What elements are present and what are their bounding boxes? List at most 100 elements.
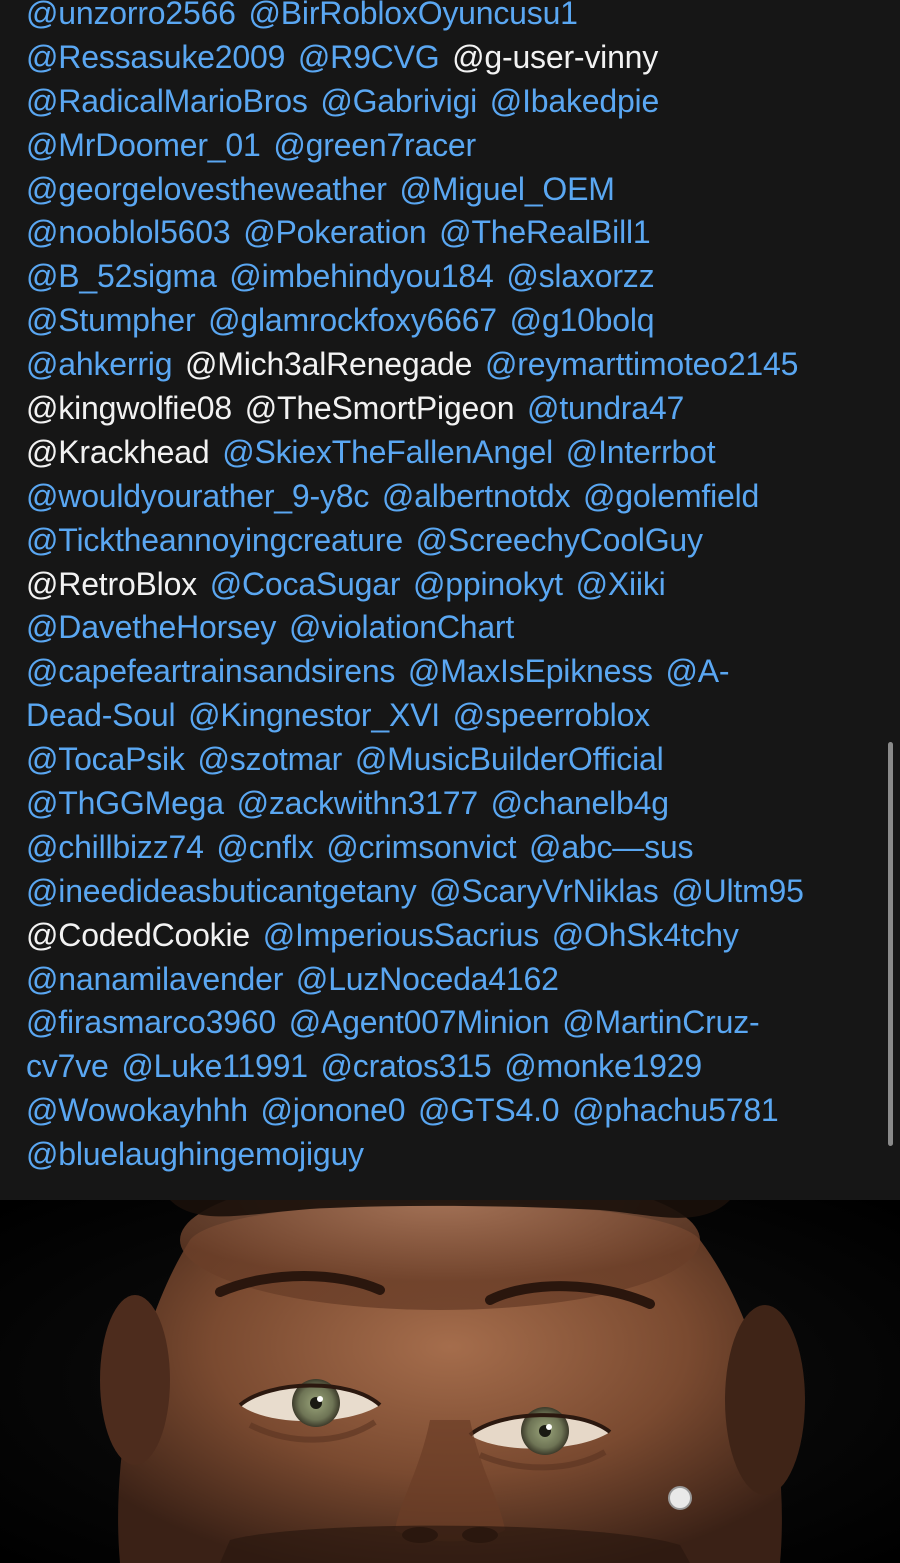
mention-link[interactable]: cv7ve <box>26 1048 109 1084</box>
mention-link[interactable]: @nanamilavender <box>26 961 283 997</box>
mention-text-plain: @RetroBlox <box>26 565 197 602</box>
mention-text-plain: @Mich3alRenegade <box>185 346 473 383</box>
mention-link[interactable]: @capefeartrainsandsirens <box>26 653 395 689</box>
text-line: @RetroBlox @CocaSugar @ppinokyt @Xiiki <box>26 563 888 607</box>
mention-link[interactable]: @chillbizz74 <box>26 829 204 865</box>
mention-link[interactable]: @Kingnestor_XVI <box>188 697 440 733</box>
mention-text-plain: @CodedCookie <box>26 916 250 953</box>
text-line: @CodedCookie @ImperiousSacrius @OhSk4tch… <box>26 914 888 958</box>
mention-link[interactable]: @R9CVG <box>298 39 440 75</box>
mention-link[interactable]: @g10bolq <box>510 302 655 338</box>
mention-link[interactable]: @DavetheHorsey <box>26 609 276 645</box>
scrollbar[interactable] <box>888 742 893 1146</box>
mention-link[interactable]: @green7racer <box>273 127 476 163</box>
reaction-photo <box>0 1200 900 1563</box>
text-line: @unzorro2566 @BirRobloxOyuncusu1 <box>26 0 888 36</box>
mention-link[interactable]: @cratos315 <box>321 1048 492 1084</box>
mention-link[interactable]: @A- <box>666 653 730 689</box>
mention-link[interactable]: @Ressasuke2009 <box>26 39 285 75</box>
mention-link[interactable]: @unzorro2566 <box>26 0 236 31</box>
mention-link[interactable]: @ScaryVrNiklas <box>429 873 659 909</box>
text-line: @DavetheHorsey @violationChart <box>26 606 888 650</box>
mention-link[interactable]: @B_52sigma <box>26 258 217 294</box>
text-line: @Krackhead @SkiexTheFallenAngel @Interrb… <box>26 431 888 475</box>
text-line: @chillbizz74 @cnflx @crimsonvict @abc—su… <box>26 826 888 870</box>
mention-link[interactable]: @OhSk4tchy <box>552 917 739 953</box>
mention-link[interactable]: @Xiiki <box>576 566 666 602</box>
mention-link[interactable]: @Stumpher <box>26 302 196 338</box>
mention-text-plain: @Krackhead <box>26 433 210 470</box>
mention-link[interactable]: @TheRealBill1 <box>439 214 651 250</box>
mention-link[interactable]: @wouldyourather_9-y8c <box>26 478 369 514</box>
text-line: @wouldyourather_9-y8c @albertnotdx @gole… <box>26 475 888 519</box>
mention-link[interactable]: @speerroblox <box>453 697 650 733</box>
text-line: @TocaPsik @szotmar @MusicBuilderOfficial <box>26 738 888 782</box>
mention-link[interactable]: @Wowokayhhh <box>26 1092 248 1128</box>
mention-link[interactable]: @BirRobloxOyuncusu1 <box>248 0 577 31</box>
mention-link[interactable]: @Luke11991 <box>121 1048 308 1084</box>
mention-link[interactable]: @Ticktheannoyingcreature <box>26 522 403 558</box>
mention-link[interactable]: @GTS4.0 <box>418 1092 560 1128</box>
mention-link[interactable]: @bluelaughingemojiguy <box>26 1136 364 1172</box>
mention-link[interactable]: @ScreechyCoolGuy <box>416 522 703 558</box>
text-line: @MrDoomer_01 @green7racer <box>26 124 888 168</box>
text-line: @Stumpher @glamrockfoxy6667 @g10bolq <box>26 299 888 343</box>
mention-link[interactable]: @CocaSugar <box>210 566 401 602</box>
mention-link[interactable]: @golemfield <box>583 478 759 514</box>
comment-text-panel: @unzorro2566 @BirRobloxOyuncusu1 @Ressasu… <box>0 0 900 1200</box>
text-line: @ThGGMega @zackwithn3177 @chanelb4g <box>26 782 888 826</box>
mention-link[interactable]: @TocaPsik <box>26 741 185 777</box>
text-line: @ineedideasbuticantgetany @ScaryVrNiklas… <box>26 870 888 914</box>
mention-link[interactable]: @Gabrivigi <box>320 83 477 119</box>
mention-link[interactable]: @Pokeration <box>243 214 426 250</box>
mention-link[interactable]: @abc—sus <box>529 829 693 865</box>
mention-link[interactable]: @ppinokyt <box>413 566 563 602</box>
mention-text-plain: @g-user-vinny <box>452 38 659 75</box>
face-closeup-image <box>0 1200 900 1563</box>
mention-link[interactable]: @phachu5781 <box>572 1092 779 1128</box>
mention-link[interactable]: @SkiexTheFallenAngel <box>222 434 553 470</box>
mention-link[interactable]: @firasmarco3960 <box>26 1004 276 1040</box>
mention-link[interactable]: @ineedideasbuticantgetany <box>26 873 417 909</box>
text-line: @Ressasuke2009 @R9CVG @g-user-vinny <box>26 36 888 80</box>
mention-link[interactable]: @chanelb4g <box>491 785 669 821</box>
mention-link[interactable]: Dead-Soul <box>26 697 176 733</box>
mention-link[interactable]: @glamrockfoxy6667 <box>208 302 497 338</box>
text-line: @B_52sigma @imbehindyou184 @slaxorzz <box>26 255 888 299</box>
mention-link[interactable]: @cnflx <box>216 829 313 865</box>
mention-link[interactable]: @MartinCruz- <box>562 1004 759 1040</box>
mention-link[interactable]: @Interrbot <box>566 434 716 470</box>
text-line: @ahkerrig @Mich3alRenegade @reymarttimot… <box>26 343 888 387</box>
mention-list: @unzorro2566 @BirRobloxOyuncusu1 @Ressasu… <box>26 0 888 1177</box>
mention-link[interactable]: @LuzNoceda4162 <box>296 961 559 997</box>
mention-link[interactable]: @RadicalMarioBros <box>26 83 308 119</box>
mention-link[interactable]: @Agent007Minion <box>289 1004 550 1040</box>
mention-link[interactable]: @monke1929 <box>504 1048 702 1084</box>
mention-link[interactable]: @MusicBuilderOfficial <box>355 741 664 777</box>
mention-link[interactable]: @albertnotdx <box>382 478 571 514</box>
mention-link[interactable]: @tundra47 <box>527 390 684 426</box>
mention-link[interactable]: @zackwithn3177 <box>237 785 479 821</box>
mention-link[interactable]: @violationChart <box>289 609 514 645</box>
text-line: @kingwolfie08 @TheSmortPigeon @tundra47 <box>26 387 888 431</box>
mention-link[interactable]: @MaxIsEpikness <box>408 653 653 689</box>
mention-link[interactable]: @ThGGMega <box>26 785 224 821</box>
mention-link[interactable]: @crimsonvict <box>326 829 516 865</box>
mention-link[interactable]: @ImperiousSacrius <box>263 917 539 953</box>
mention-link[interactable]: @Ultm95 <box>671 873 804 909</box>
text-line: @Ticktheannoyingcreature @ScreechyCoolGu… <box>26 519 888 563</box>
mention-link[interactable]: @jonone0 <box>261 1092 406 1128</box>
text-line: @Wowokayhhh @jonone0 @GTS4.0 @phachu5781 <box>26 1089 888 1133</box>
mention-link[interactable]: @szotmar <box>197 741 342 777</box>
mention-link[interactable]: @MrDoomer_01 <box>26 127 261 163</box>
mention-link[interactable]: @imbehindyou184 <box>229 258 494 294</box>
text-line: @bluelaughingemojiguy <box>26 1133 888 1177</box>
mention-link[interactable]: @nooblol5603 <box>26 214 231 250</box>
mention-link[interactable]: @georgelovestheweather <box>26 171 387 207</box>
mention-link[interactable]: @slaxorzz <box>506 258 654 294</box>
mention-link[interactable]: @ahkerrig <box>26 346 172 382</box>
mention-link[interactable]: @Miguel_OEM <box>399 171 614 207</box>
text-line: @georgelovestheweather @Miguel_OEM <box>26 168 888 212</box>
mention-link[interactable]: @Ibakedpie <box>490 83 659 119</box>
mention-link[interactable]: @reymarttimoteo2145 <box>485 346 798 382</box>
